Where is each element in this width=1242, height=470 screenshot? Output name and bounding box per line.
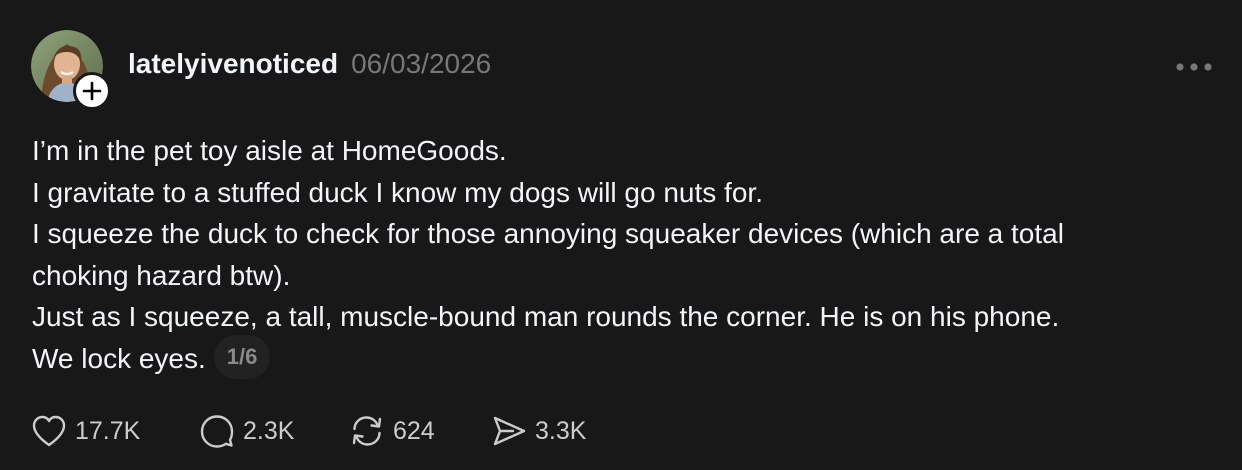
post-text-line: We lock eyes.	[32, 342, 206, 374]
post-body: I’m in the pet toy aisle at HomeGoods. I…	[32, 130, 1212, 382]
post-text-line-last: We lock eyes. 1/6	[32, 335, 1212, 383]
reply-count: 2.3K	[243, 416, 295, 445]
username-link[interactable]: latelyivenoticed	[128, 48, 338, 80]
action-bar: 17.7K 2.3K 624 3.3K	[31, 408, 601, 454]
repost-count: 624	[393, 416, 435, 445]
more-horizontal-icon	[1176, 63, 1212, 71]
post-text-line: I squeeze the duck to check for those an…	[32, 218, 1064, 249]
follow-button[interactable]	[73, 72, 111, 110]
thread-page-indicator[interactable]: 1/6	[213, 335, 271, 380]
repost-button[interactable]: 624	[349, 408, 491, 454]
post-text-line: I’m in the pet toy aisle at HomeGoods.	[32, 135, 507, 166]
more-options-button[interactable]	[1170, 52, 1218, 82]
like-count: 17.7K	[75, 416, 141, 445]
post-text-line: choking hazard btw).	[32, 259, 291, 291]
post-text-line: Just as I squeeze, a tall, muscle-bound …	[32, 301, 1060, 332]
share-count: 3.3K	[535, 416, 587, 445]
plus-icon	[82, 81, 102, 101]
reply-button[interactable]: 2.3K	[199, 408, 349, 454]
post-header: latelyivenoticed 06/03/2026	[128, 48, 491, 88]
repost-icon	[352, 416, 382, 446]
like-button[interactable]: 17.7K	[31, 408, 199, 454]
thread-post: latelyivenoticed 06/03/2026 I’m in the p…	[0, 0, 1242, 470]
comment-bubble-icon	[200, 415, 234, 448]
author-avatar[interactable]	[31, 30, 111, 110]
post-text-line: I gravitate to a stuffed duck I know my …	[32, 176, 763, 208]
share-button[interactable]: 3.3K	[491, 408, 601, 454]
heart-icon	[32, 415, 66, 447]
send-icon	[493, 416, 526, 446]
post-timestamp: 06/03/2026	[351, 48, 492, 79]
